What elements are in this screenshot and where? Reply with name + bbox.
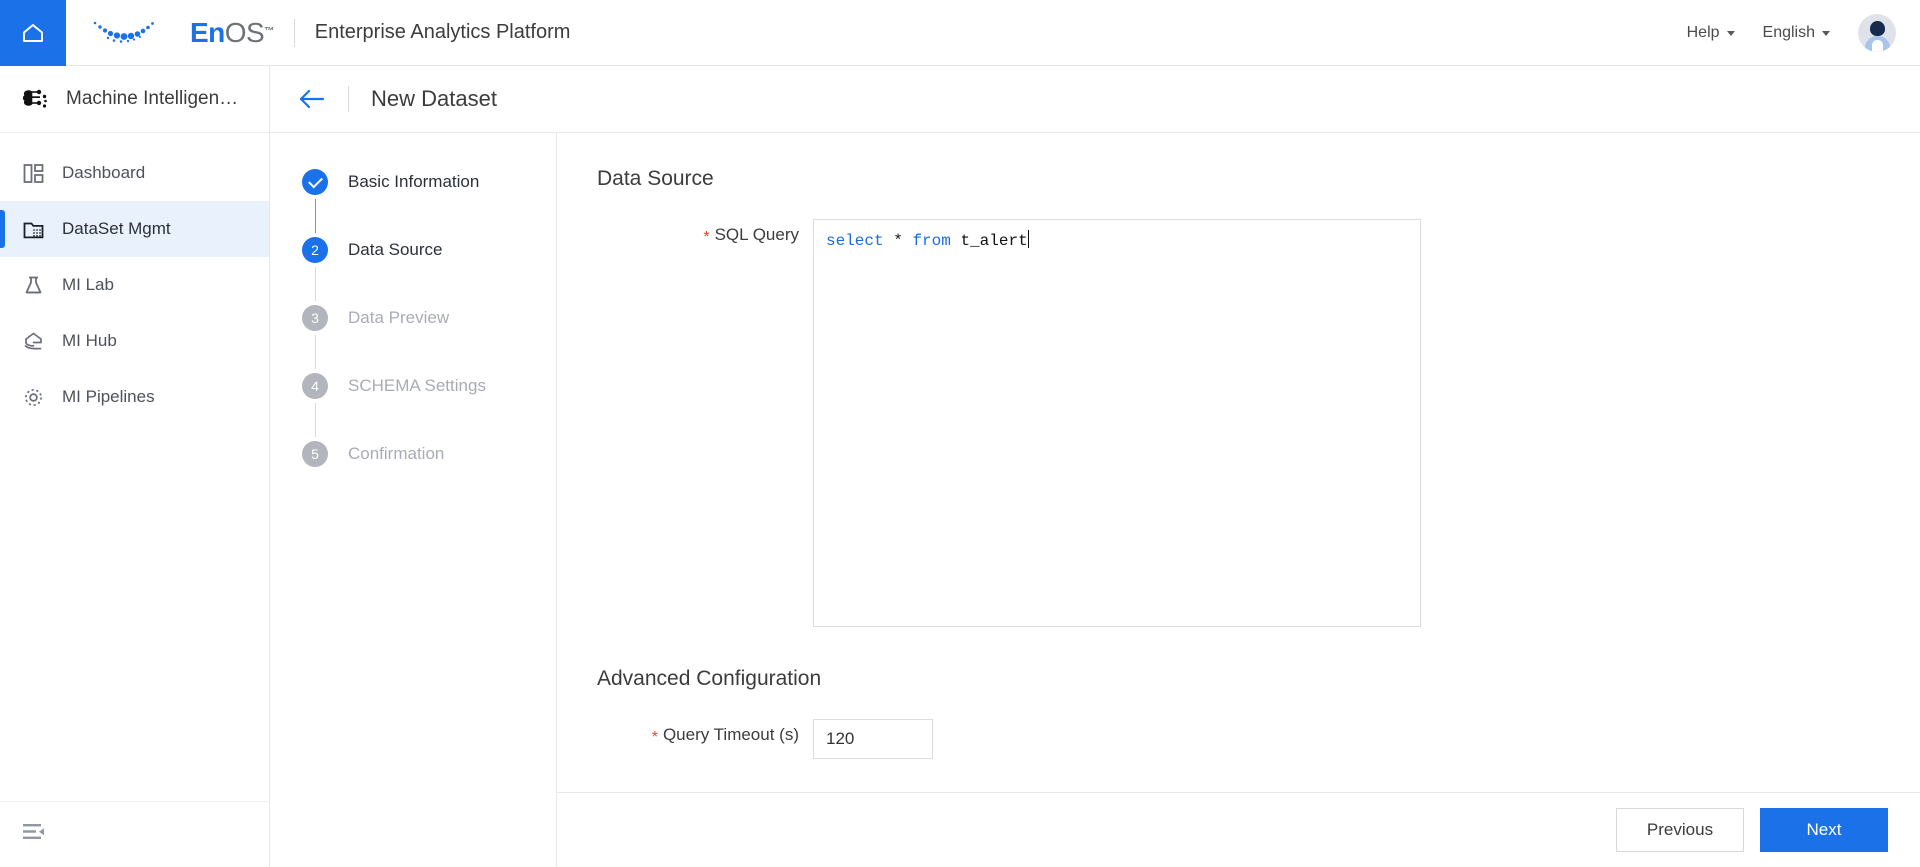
step-badge-complete xyxy=(302,169,328,195)
query-timeout-label-text: Query Timeout (s) xyxy=(662,725,799,744)
home-button[interactable] xyxy=(0,0,66,66)
home-icon xyxy=(23,23,43,42)
topbar-divider xyxy=(293,18,295,47)
sql-operator-star: * xyxy=(893,232,903,250)
sidebar-item-label: DataSet Mgmt xyxy=(62,219,171,238)
logo-en-text: En xyxy=(190,16,225,48)
avatar[interactable] xyxy=(1858,13,1896,52)
step-schema-settings[interactable]: 4 SCHEMA Settings xyxy=(270,369,556,437)
sql-query-label-text: SQL Query xyxy=(714,225,799,244)
sidebar-header[interactable]: Machine Intelligen… xyxy=(0,66,269,133)
sql-keyword-select: select xyxy=(826,232,884,250)
sidebar-item-mi-lab[interactable]: MI Lab xyxy=(0,257,269,313)
pipeline-gear-icon xyxy=(20,384,46,410)
sql-query-label: * SQL Query xyxy=(557,219,813,627)
wizard-footer: Previous Next xyxy=(557,792,1920,867)
data-source-section-title: Data Source xyxy=(597,167,714,190)
collapse-sidebar-icon[interactable] xyxy=(22,822,46,847)
logo-tm-text: ™ xyxy=(264,25,274,37)
sql-query-form-row: * SQL Query select * from t_alert xyxy=(557,219,1920,627)
step-label: SCHEMA Settings xyxy=(348,376,486,395)
sql-identifier-table: t_alert xyxy=(960,232,1028,250)
help-menu-label: Help xyxy=(1686,23,1720,41)
avatar-head xyxy=(1869,20,1885,36)
query-timeout-label: * Query Timeout (s) xyxy=(557,719,813,759)
advanced-configuration-title: Advanced Configuration xyxy=(597,667,822,690)
topbar-right-group: Help English xyxy=(1687,13,1920,52)
step-connector xyxy=(314,335,316,369)
sidebar-header-label: Machine Intelligen… xyxy=(66,88,239,109)
sidebar-item-dashboard[interactable]: Dashboard xyxy=(0,145,269,201)
brain-circuit-icon xyxy=(22,89,47,108)
query-timeout-input[interactable] xyxy=(813,719,933,759)
sidebar-item-mi-pipelines[interactable]: MI Pipelines xyxy=(0,369,269,425)
step-badge-pending: 4 xyxy=(302,373,328,399)
wizard-steps: Basic Information 2 Data Source 3 Data P… xyxy=(270,133,557,867)
enos-wordmark: En OS ™ xyxy=(190,17,274,49)
step-basic-information[interactable]: Basic Information xyxy=(270,165,556,233)
hub-icon xyxy=(20,328,46,354)
application-root: En OS ™ Enterprise Analytics Platform Help… xyxy=(0,0,1920,867)
previous-button[interactable]: Previous xyxy=(1616,808,1744,852)
step-label: Confirmation xyxy=(348,444,445,463)
sidebar: Machine Intelligen… Dashboard DataSet Mg… xyxy=(0,66,270,867)
sidebar-item-label: MI Pipelines xyxy=(62,387,155,406)
next-button[interactable]: Next xyxy=(1760,808,1888,852)
text-cursor xyxy=(1027,230,1029,248)
step-label: Data Preview xyxy=(348,308,450,327)
check-icon xyxy=(307,173,323,188)
step-label: Data Source xyxy=(348,240,443,259)
avatar-neck xyxy=(1871,39,1883,52)
dashboard-icon xyxy=(20,160,46,186)
sidebar-footer xyxy=(0,801,270,867)
page-header: New Dataset xyxy=(270,66,1920,133)
step-connector xyxy=(314,267,316,301)
required-asterisk: * xyxy=(651,729,658,746)
back-arrow-icon[interactable] xyxy=(298,88,326,110)
step-confirmation[interactable]: 5 Confirmation xyxy=(270,437,556,471)
query-timeout-form-row: * Query Timeout (s) xyxy=(557,719,1920,759)
header-divider xyxy=(348,86,349,112)
platform-title: Enterprise Analytics Platform xyxy=(314,21,571,43)
sql-query-input[interactable]: select * from t_alert xyxy=(813,219,1421,627)
language-menu[interactable]: English xyxy=(1763,24,1830,42)
step-label: Basic Information xyxy=(348,172,480,191)
step-badge-pending: 5 xyxy=(302,441,328,467)
step-connector xyxy=(314,403,316,437)
sidebar-nav-list: Dashboard DataSet Mgmt MI Lab MI Hub MI … xyxy=(0,133,269,425)
enos-swoosh-icon xyxy=(93,21,154,43)
help-menu[interactable]: Help xyxy=(1687,24,1735,42)
sql-keyword-from: from xyxy=(912,232,951,250)
step-data-preview[interactable]: 3 Data Preview xyxy=(270,301,556,369)
language-menu-label: English xyxy=(1762,23,1815,41)
folder-data-icon xyxy=(20,216,46,242)
required-asterisk: * xyxy=(703,229,710,246)
chevron-down-icon xyxy=(1726,31,1735,36)
sidebar-item-label: MI Lab xyxy=(62,275,114,294)
step-data-source[interactable]: 2 Data Source xyxy=(270,233,556,301)
main-content: Data Source * SQL Query select * from t_a… xyxy=(557,133,1920,792)
step-badge-current: 2 xyxy=(302,237,328,263)
top-bar: En OS ™ Enterprise Analytics Platform Help… xyxy=(0,0,1920,66)
sidebar-item-label: Dashboard xyxy=(62,163,146,182)
step-badge-pending: 3 xyxy=(302,305,328,331)
sidebar-item-dataset-mgmt[interactable]: DataSet Mgmt xyxy=(0,201,269,257)
chevron-down-icon xyxy=(1822,31,1830,36)
page-title: New Dataset xyxy=(371,86,497,111)
brand-logo[interactable]: En OS ™ xyxy=(88,16,274,50)
logo-os-text: OS xyxy=(224,16,265,48)
step-connector xyxy=(314,199,316,233)
sidebar-item-label: MI Hub xyxy=(62,331,117,350)
sidebar-item-mi-hub[interactable]: MI Hub xyxy=(0,313,269,369)
flask-icon xyxy=(20,272,46,298)
